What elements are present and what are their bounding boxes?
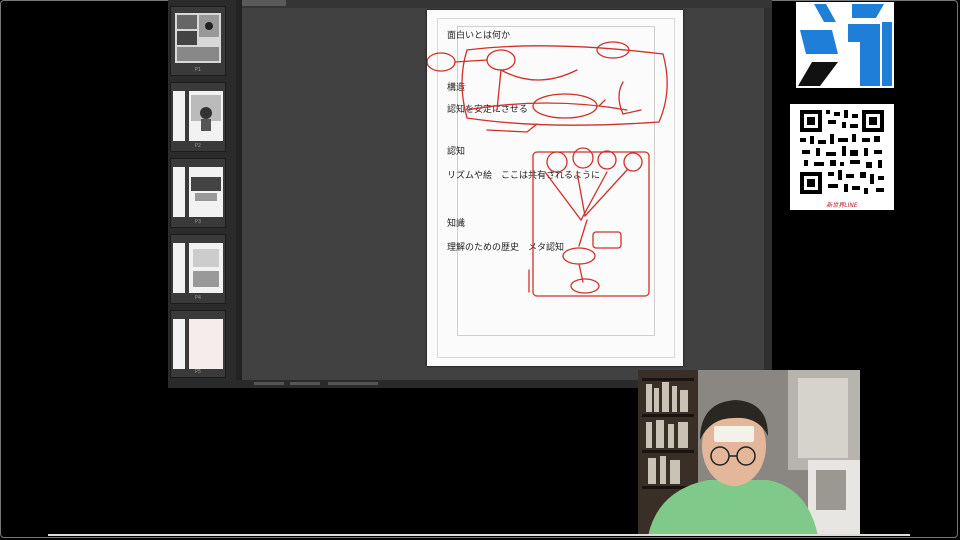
webcam-feed xyxy=(638,370,860,536)
manga-thumbnail-icon xyxy=(191,177,221,201)
red-pen-sketch xyxy=(427,41,668,297)
channel-logo xyxy=(796,2,894,88)
page-thumbnail[interactable]: P5 xyxy=(170,310,226,378)
document-tab[interactable] xyxy=(242,0,286,6)
page-label: P4 xyxy=(194,295,202,301)
page-label: P5 xyxy=(194,369,202,375)
page-thumbnail[interactable]: P2 xyxy=(170,82,226,152)
manga-thumbnail-icon xyxy=(177,15,219,61)
presenter-video xyxy=(638,370,860,536)
manga-thumbnail-icon xyxy=(193,249,219,287)
qr-code-card[interactable]: 新世界LINE xyxy=(790,104,894,210)
qr-caption: 新世界LINE xyxy=(826,202,858,209)
qr-code-icon xyxy=(800,110,884,194)
canvas-scrollbar[interactable] xyxy=(764,8,772,380)
manuscript-page[interactable]: 面白いとは何か 構造 認知を安定にさせる 認知 リズムや絵 ここは共有されるよう… xyxy=(427,10,683,366)
page-thumbnail[interactable]: P3 xyxy=(170,158,226,228)
page-label: P2 xyxy=(194,143,202,149)
manga-thumbnail-icon xyxy=(191,95,221,131)
page-label: P1 xyxy=(194,67,202,73)
page-thumbnail-panel[interactable]: P1 P2 P3 P4 P5 xyxy=(168,0,238,380)
page-thumbnail[interactable]: P4 xyxy=(170,234,226,304)
document-tab-strip xyxy=(242,0,772,8)
page-thumbnail[interactable]: P1 xyxy=(170,6,226,76)
logo-icon xyxy=(798,4,892,86)
bottom-divider xyxy=(48,534,910,536)
page-label: P3 xyxy=(194,219,202,225)
